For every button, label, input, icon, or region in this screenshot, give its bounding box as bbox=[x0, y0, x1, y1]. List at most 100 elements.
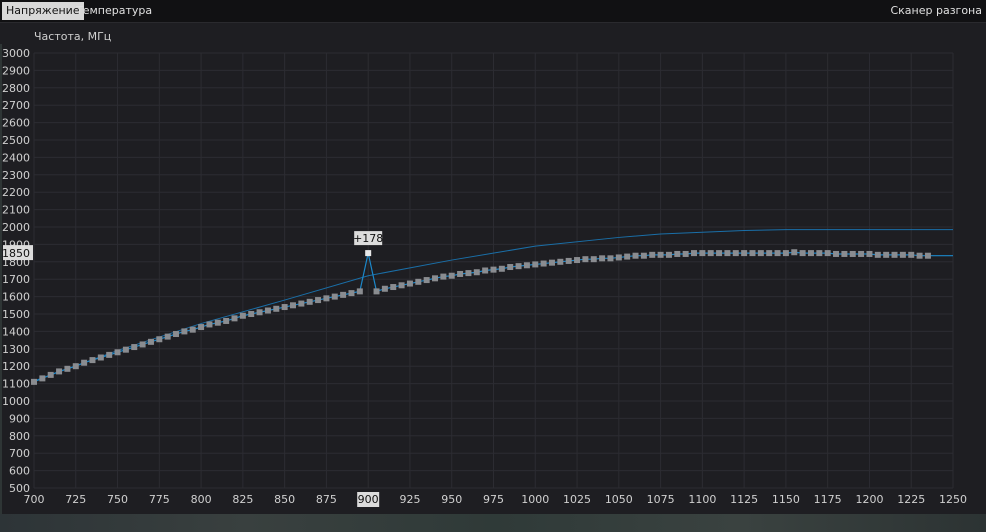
y-tick-label: 800 bbox=[9, 430, 30, 443]
top-bar: Напряжение Температура Сканер разгона bbox=[0, 0, 986, 23]
y-tick-label: 2400 bbox=[2, 151, 30, 164]
data-point bbox=[239, 312, 246, 319]
y-tick-label: 700 bbox=[9, 447, 30, 460]
data-point bbox=[156, 336, 163, 343]
data-point bbox=[924, 252, 931, 259]
data-point bbox=[139, 341, 146, 348]
y-tick-label: 1500 bbox=[2, 308, 30, 321]
x-tick-label: 725 bbox=[65, 493, 86, 506]
data-point bbox=[699, 250, 706, 257]
data-point bbox=[97, 354, 104, 361]
data-point bbox=[741, 250, 748, 257]
y-tick-label: 2200 bbox=[2, 186, 30, 199]
data-point bbox=[306, 298, 313, 305]
data-point bbox=[624, 253, 631, 260]
selected-data-point bbox=[365, 250, 372, 257]
data-point bbox=[849, 250, 856, 257]
x-tick-label: 775 bbox=[149, 493, 170, 506]
desktop-strip bbox=[0, 514, 986, 532]
data-point bbox=[231, 315, 238, 322]
x-tick-label: 1150 bbox=[772, 493, 800, 506]
data-point bbox=[423, 277, 430, 284]
x-tick-label: 850 bbox=[274, 493, 295, 506]
data-point bbox=[782, 250, 789, 257]
data-point bbox=[448, 272, 455, 279]
y-tick-label: 2800 bbox=[2, 82, 30, 95]
x-tick-label: 825 bbox=[232, 493, 253, 506]
data-point bbox=[657, 251, 664, 258]
selected-y-label-text: 1850 bbox=[2, 247, 30, 260]
data-point bbox=[273, 305, 280, 312]
data-point bbox=[340, 291, 347, 298]
x-tick-label: 875 bbox=[316, 493, 337, 506]
x-tick-label: 1025 bbox=[563, 493, 591, 506]
data-point bbox=[858, 250, 865, 257]
data-point bbox=[523, 262, 530, 269]
data-point bbox=[173, 331, 180, 338]
y-tick-label: 1000 bbox=[2, 395, 30, 408]
data-point bbox=[866, 250, 873, 257]
data-point bbox=[181, 328, 188, 335]
data-point bbox=[189, 326, 196, 333]
offset-tooltip-text: +178 bbox=[353, 232, 383, 245]
data-point bbox=[281, 304, 288, 311]
data-point bbox=[874, 251, 881, 258]
data-point bbox=[791, 249, 798, 256]
data-point bbox=[289, 302, 296, 309]
y-tick-label: 600 bbox=[9, 465, 30, 478]
data-point bbox=[891, 251, 898, 258]
x-tick-label: 700 bbox=[24, 493, 45, 506]
tab-temperature[interactable]: Температура bbox=[72, 2, 156, 20]
data-point bbox=[807, 250, 814, 257]
data-point bbox=[574, 257, 581, 264]
data-point bbox=[582, 256, 589, 263]
data-point bbox=[716, 250, 723, 257]
data-point bbox=[248, 311, 255, 317]
data-point bbox=[799, 250, 806, 257]
y-tick-label: 1200 bbox=[2, 360, 30, 373]
x-tick-label: 1125 bbox=[730, 493, 758, 506]
data-point bbox=[31, 378, 37, 385]
data-point bbox=[356, 288, 363, 295]
data-point bbox=[406, 280, 413, 287]
selected-y-label: 1850 bbox=[2, 245, 33, 261]
offset-tooltip: +178 bbox=[353, 231, 383, 246]
y-tick-label: 3000 bbox=[2, 47, 30, 60]
left-border bbox=[0, 44, 2, 514]
y-tick-label: 2000 bbox=[2, 221, 30, 234]
data-point bbox=[599, 255, 606, 262]
x-tick-label: 950 bbox=[441, 493, 462, 506]
x-tick-label: 1250 bbox=[939, 493, 967, 506]
selected-x-label: 900 bbox=[357, 492, 380, 507]
data-point bbox=[632, 252, 639, 259]
data-point bbox=[732, 250, 739, 257]
data-point bbox=[507, 264, 514, 271]
y-tick-label: 1400 bbox=[2, 325, 30, 338]
y-tick-label: 2900 bbox=[2, 64, 30, 77]
data-point bbox=[390, 284, 397, 291]
x-tick-label: 925 bbox=[399, 493, 420, 506]
data-point bbox=[373, 288, 380, 295]
data-point bbox=[674, 250, 681, 257]
overclock-scanner-button[interactable]: Сканер разгона bbox=[890, 2, 982, 20]
data-point bbox=[348, 290, 355, 297]
voltage-frequency-chart[interactable]: 5006007008009001000110012001300140015001… bbox=[0, 23, 986, 514]
data-point bbox=[841, 250, 848, 257]
selected-x-label-text: 900 bbox=[358, 493, 379, 506]
data-point bbox=[649, 251, 656, 258]
data-point bbox=[331, 293, 338, 300]
x-tick-label: 1075 bbox=[647, 493, 675, 506]
data-point bbox=[824, 250, 831, 257]
x-tick-label: 800 bbox=[191, 493, 212, 506]
x-tick-label: 1225 bbox=[897, 493, 925, 506]
data-point bbox=[465, 270, 472, 277]
data-point bbox=[131, 344, 138, 351]
data-point bbox=[147, 338, 154, 345]
y-tick-label: 900 bbox=[9, 412, 30, 425]
data-point bbox=[264, 307, 271, 314]
data-point bbox=[81, 359, 88, 366]
y-tick-label: 1600 bbox=[2, 291, 30, 304]
data-point bbox=[774, 250, 781, 257]
data-point bbox=[833, 250, 840, 257]
y-axis-title: Частота, МГц bbox=[34, 30, 111, 43]
